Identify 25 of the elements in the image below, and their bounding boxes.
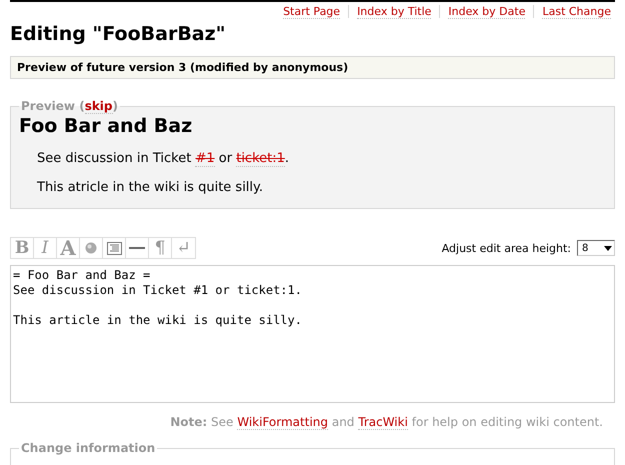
toolbar-button[interactable] [126, 238, 149, 258]
height-select[interactable]: 8 [577, 240, 615, 256]
skip-link[interactable]: skip [84, 99, 113, 114]
nav-link[interactable]: Last Change [542, 5, 611, 19]
preview-paragraph: This atricle in the wiki is quite silly. [37, 180, 264, 195]
editor-textarea[interactable]: = Foo Bar and Baz = See discussion in Ticket #1 or ticket:1. This article in the wiki is quite silly. [10, 265, 615, 403]
help-note: Note: See WikiFormatting and TracWiki for help on editing wiki content. [169, 415, 603, 429]
height-label: Adjust edit area height: [442, 242, 571, 254]
preview-paragraph: See discussion in Ticket #1 or ticket:1. [37, 151, 290, 166]
missing-ticket-link[interactable]: ticket:1 [236, 151, 285, 167]
missing-ticket-link[interactable]: #1 [195, 151, 215, 167]
version-notice: Preview of future version 3 (modified by anonymous) [10, 56, 615, 79]
trac-wiki-link[interactable]: TracWiki [358, 415, 408, 430]
nav-link[interactable]: Index by Date [448, 5, 526, 19]
page-title: Editing "FooBarBaz" [10, 23, 227, 45]
preview-legend: Preview ( [21, 99, 85, 113]
nav-link[interactable]: Start Page [283, 5, 340, 19]
change-info-legend: Change information [19, 441, 158, 455]
preview-heading: Foo Bar and Baz [19, 115, 194, 137]
wiki-formatting-link[interactable]: WikiFormatting [237, 415, 328, 430]
text-block-icon [106, 242, 122, 254]
nav-link[interactable]: Index by Title [357, 5, 432, 19]
legend-paren: ) [112, 99, 118, 113]
globe-icon [85, 242, 97, 254]
horizontal-rule-icon [129, 246, 145, 250]
